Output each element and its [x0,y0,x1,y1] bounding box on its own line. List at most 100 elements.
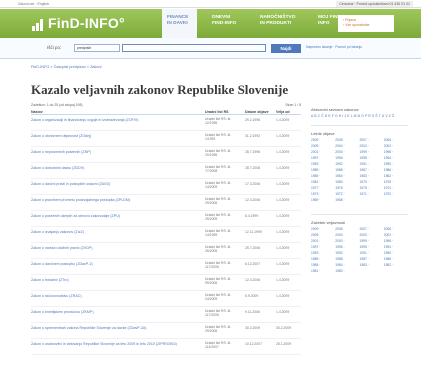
year-link[interactable]: 1991 · [360,251,384,255]
law-title-link[interactable]: Zakon o varstvu dolžnih pravic (ZVDP) [31,246,191,250]
year-link[interactable]: 2006 · [384,227,408,231]
year-link[interactable]: 1983 · [360,263,384,267]
year-link[interactable]: 1981 · [311,269,335,273]
top-links[interactable]: Zakoni.net · English [18,2,49,6]
year-link[interactable]: 1986 · [384,168,408,172]
year-link[interactable]: 1990 · [384,251,408,255]
year-link[interactable]: 1978 · [384,180,408,184]
year-link[interactable]: 1984 · [335,174,359,178]
year-link[interactable]: 1969 · [311,198,335,202]
year-link[interactable]: 2002 · [384,233,408,237]
support-links[interactable]: Cenovna · Pomoč uporabnikom 01 430 01 01 [336,1,413,7]
year-link[interactable]: 2008 · [335,138,359,142]
year-link[interactable]: 1991 · [360,162,384,166]
alphabet-index[interactable]: A B C Č D E F G H I J K L M N O P R S Š … [311,114,408,118]
pagination-info[interactable]: Stran 1 / 8 [285,103,301,107]
year-link[interactable]: 1994 · [384,156,408,160]
login-box[interactable]: › Prijava › Vse uporabnike [338,15,394,32]
year-link[interactable]: 1999 · [360,239,384,243]
year-link[interactable]: 1999 · [360,150,384,154]
year-link[interactable]: 1986 · [384,257,408,261]
year-link[interactable]: 1979 · [360,180,384,184]
year-link[interactable]: 1993 · [311,162,335,166]
law-title-link[interactable]: Zakon o ustanovitvi in delovanju Republi… [31,342,191,346]
search-help-links[interactable]: Napredno iskanje · Pomoč pri iskanju [306,45,362,49]
year-link[interactable]: 1975 · [360,186,384,190]
year-link[interactable]: 2009 · [311,227,335,231]
year-link[interactable]: 2004 · [335,144,359,148]
year-link[interactable]: 1997 · [311,156,335,160]
year-link[interactable]: 1988 · [335,168,359,172]
law-title-link[interactable]: Zakon o pravilnem prometu proizvajalnega… [31,198,191,202]
tab-daily[interactable]: DNEVNI FinD-INFO [207,9,246,38]
year-link[interactable]: 1992 · [335,162,359,166]
year-link[interactable]: 2004 · [335,233,359,237]
law-title-link[interactable]: Zakon o računovodstvu (ZRAC) [31,294,191,298]
year-link[interactable]: 1982 · [384,174,408,178]
year-link[interactable]: 1974 · [384,186,408,190]
year-link[interactable]: 1980 · [335,180,359,184]
year-link[interactable]: 1989 · [311,257,335,261]
brand-logo[interactable]: FinD-INFO° [48,15,125,31]
column-valid[interactable]: Velja od [276,110,290,114]
year-link[interactable]: 2000 · [335,150,359,154]
year-link[interactable]: 1985 · [311,263,335,267]
law-title-link[interactable]: Zakon o dohodnini davku (ZDDV) [31,166,191,170]
year-link[interactable]: 1972 · [335,192,359,196]
year-link[interactable]: 2009 · [311,138,335,142]
year-link[interactable]: 2007 · [360,227,384,231]
law-title-link[interactable]: Zakon o davčni pravil in postopkih ustav… [31,182,191,186]
year-link[interactable]: 2001 · [311,150,335,154]
year-link[interactable]: 1980 · [335,269,359,273]
year-link[interactable]: 2000 · [335,239,359,243]
tab-finance[interactable]: FINANCE IN DAVKI [162,9,197,38]
year-link[interactable]: 1990 · [384,162,408,166]
year-link[interactable]: 2003 · [360,144,384,148]
year-link[interactable]: 1968 · [335,198,359,202]
year-link[interactable]: 1993 · [311,251,335,255]
year-link[interactable]: 2007 · [360,138,384,142]
year-link[interactable]: 2008 · [335,227,359,231]
breadcrumb[interactable]: FinD-INFO > Časopisi predpisov > Zakoni [31,65,101,69]
year-link[interactable]: 1981 · [311,180,335,184]
year-link[interactable]: 1976 · [335,186,359,190]
year-link[interactable]: 1995 · [360,245,384,249]
year-link[interactable]: 1987 · [360,257,384,261]
year-link[interactable]: 2003 · [360,233,384,237]
year-link[interactable]: 2005 · [311,144,335,148]
year-link[interactable]: 1985 · [311,174,335,178]
year-link[interactable]: 1977 · [311,186,335,190]
law-title-link[interactable]: Zakon o trošarini (ZTro) [31,278,191,282]
search-scope-select[interactable]: predpisih [74,44,120,52]
law-title-link[interactable]: Zakon o posebnih ukrepih za obnovo zakon… [31,214,191,218]
year-link[interactable]: 1983 · [360,174,384,178]
year-link[interactable]: 1994 · [384,245,408,249]
column-title[interactable]: Naslov [31,110,43,114]
law-title-link[interactable]: Zakon o izvajanju zakonov (ZIzZ) [31,230,191,234]
year-link[interactable]: 1996 · [335,245,359,249]
column-published[interactable]: Datum objave [245,110,269,114]
year-link[interactable]: 1970 · [384,192,408,196]
year-link[interactable]: 2005 · [311,233,335,237]
all-users-link[interactable]: › Vse uporabnike [343,23,389,28]
year-link[interactable]: 1992 · [335,251,359,255]
year-link[interactable]: 1998 · [384,150,408,154]
year-link[interactable]: 1971 · [360,192,384,196]
year-link[interactable]: 2001 · [311,239,335,243]
year-link[interactable]: 1988 · [335,257,359,261]
law-title-link[interactable]: Zakon o organizaciji in financiranju vzg… [31,118,191,122]
year-link[interactable]: 2002 · [384,144,408,148]
year-link[interactable]: 1982 · [384,263,408,267]
search-input[interactable] [122,44,266,52]
year-link[interactable]: 1973 · [311,192,335,196]
year-link[interactable]: 1998 · [384,239,408,243]
law-title-link[interactable]: Zakon o neposrednih posebnih (ZNP) [31,150,191,154]
year-link[interactable]: 1989 · [311,168,335,172]
year-link[interactable]: 1995 · [360,156,384,160]
year-link[interactable]: 2006 · [384,138,408,142]
column-gazette[interactable]: Uradni list RS [205,110,229,114]
year-link[interactable]: 1984 · [335,263,359,267]
year-link[interactable]: 1996 · [335,156,359,160]
year-link[interactable]: 1987 · [360,168,384,172]
tab-subscriptions[interactable]: NAROČNIŠTVO IN PRODUKTI [255,9,303,38]
